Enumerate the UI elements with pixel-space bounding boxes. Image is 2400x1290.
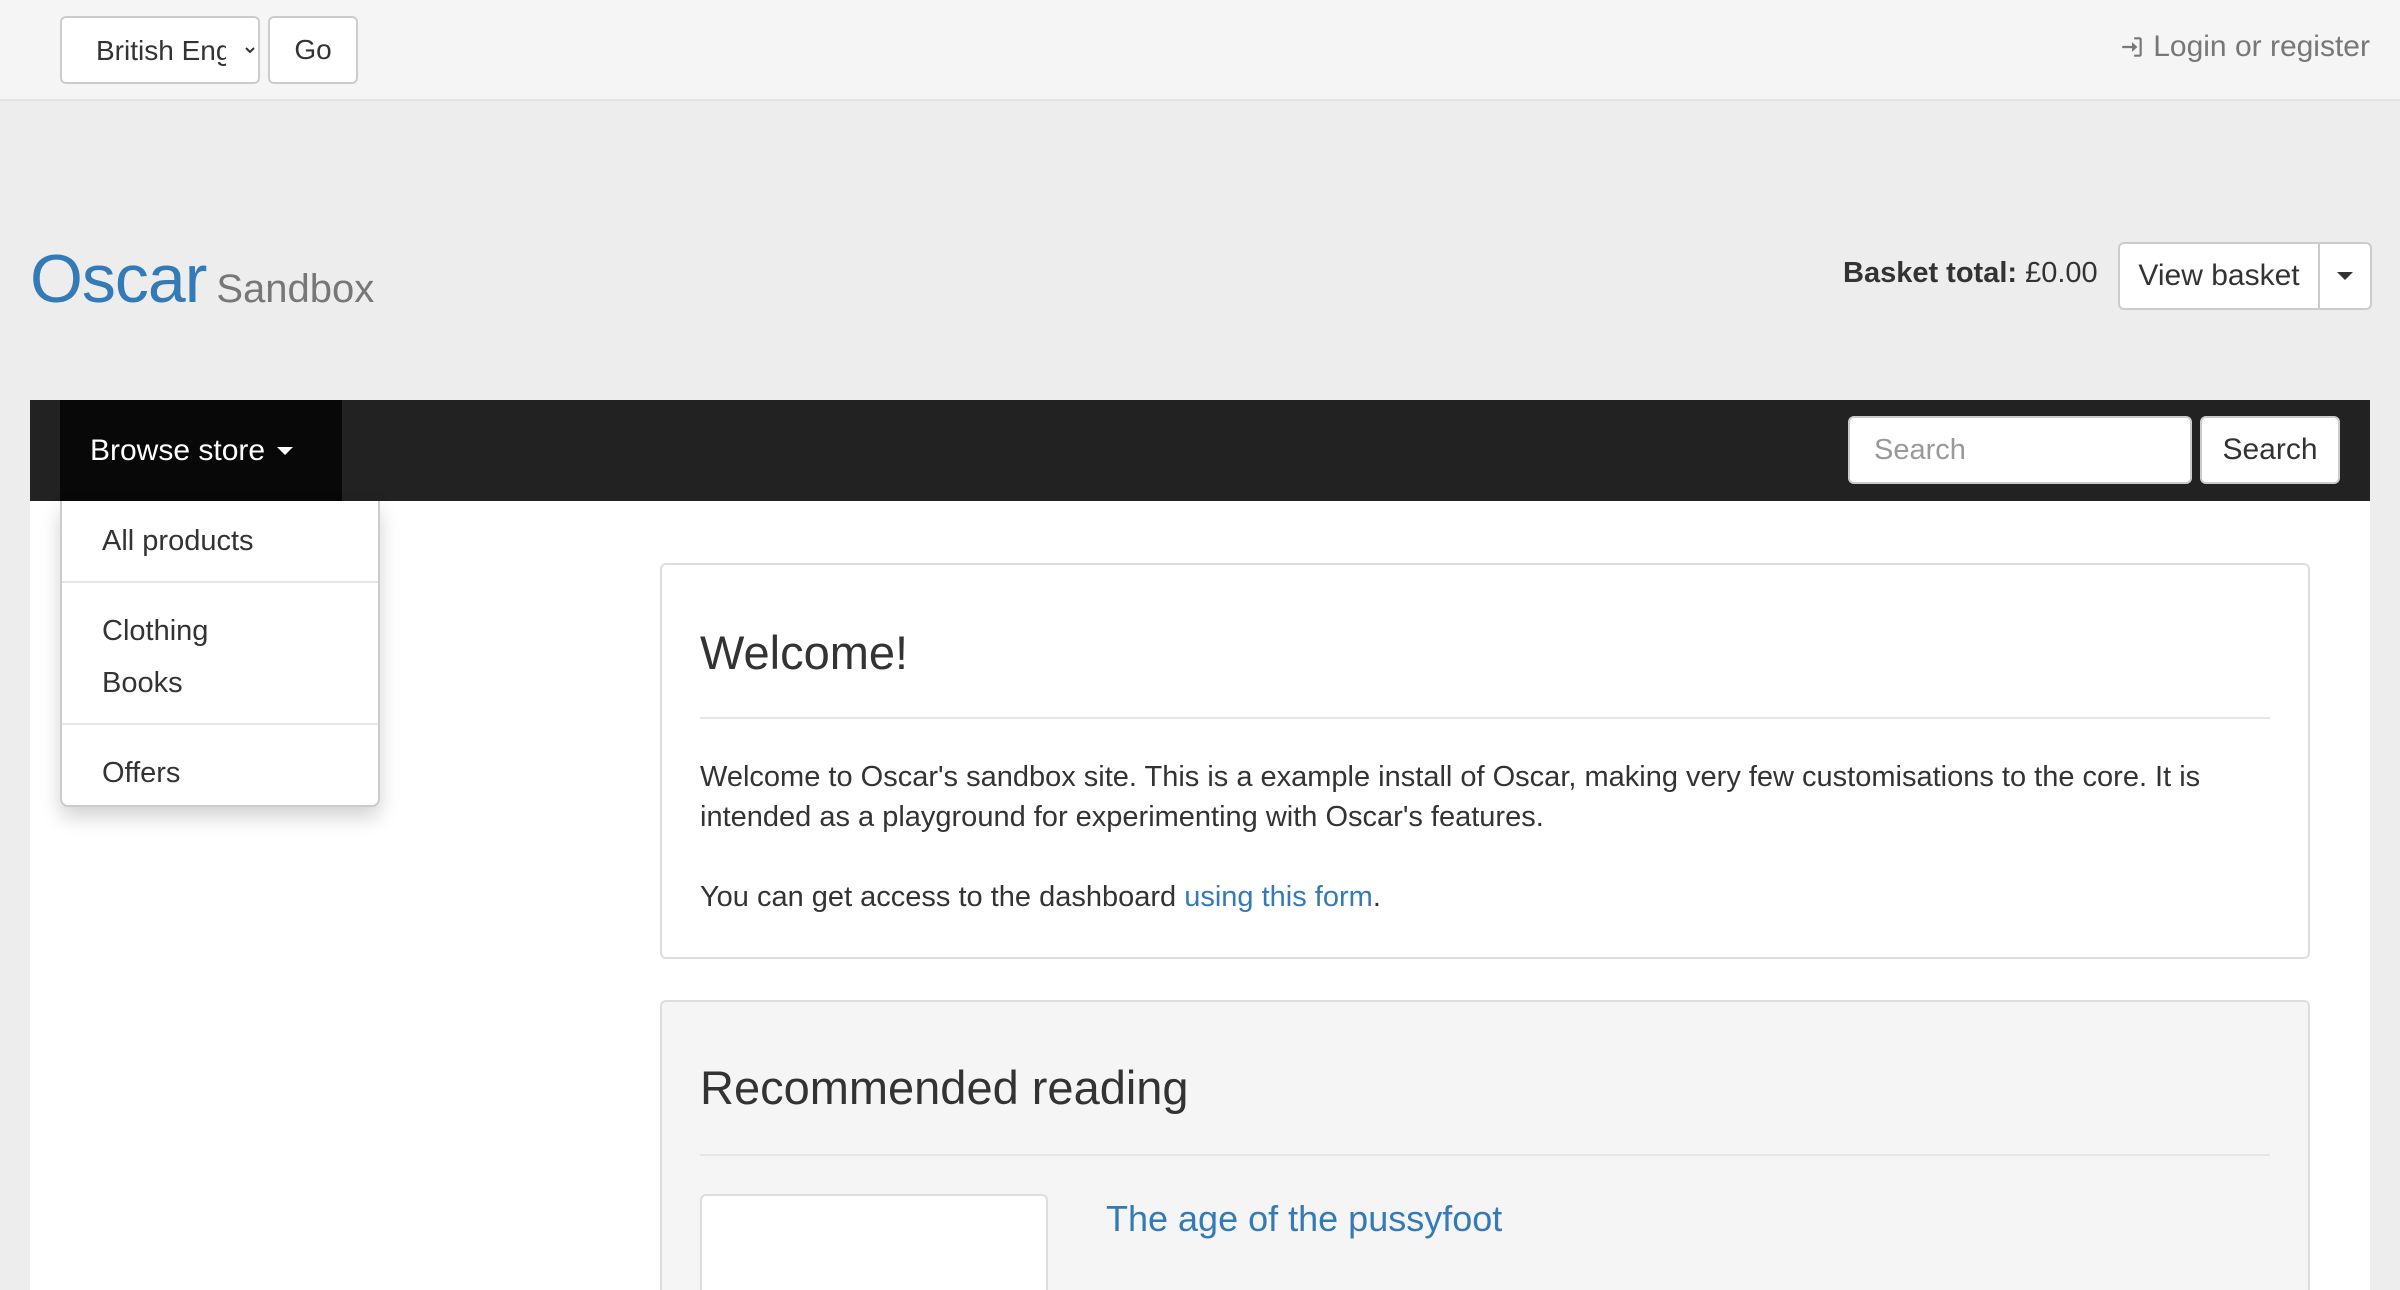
menu-item-clothing[interactable]: Clothing [102,615,208,648]
book-title-link[interactable]: The age of the pussyfoot [1106,1198,1502,1240]
menu-divider [62,723,378,725]
view-basket-button[interactable]: View basket [2118,242,2320,310]
divider [700,717,2270,719]
login-register-link[interactable]: Login or register [2119,30,2370,64]
browse-store-label: Browse store [90,433,266,467]
basket-dropdown-toggle[interactable] [2320,242,2372,310]
menu-divider [62,581,378,583]
brand-name: Oscar [30,241,207,317]
caret-down-icon [2337,272,2353,280]
search-input[interactable] [1848,416,2192,484]
browse-store-menu: All products Clothing Books Offers [60,501,380,807]
menu-item-offers[interactable]: Offers [102,757,180,790]
caret-down-icon [277,446,294,455]
dashboard-access-text: You can get access to the dashboard usin… [700,877,1381,917]
page-content: Welcome! Welcome to Oscar's sandbox site… [30,501,2370,1290]
login-label: Login or register [2153,30,2370,63]
menu-item-books[interactable]: Books [102,667,183,700]
access-end: . [1372,881,1381,913]
basket-total-label: Basket total: [1843,257,2018,289]
go-button[interactable]: Go [268,16,358,84]
language-select[interactable]: British English [60,16,260,84]
divider [700,1154,2270,1156]
welcome-paragraph: Welcome to Oscar's sandbox site. This is… [700,761,2201,833]
browse-store-toggle[interactable]: Browse store [60,400,342,501]
basket-total: Basket total: £0.00 [1843,257,2098,290]
brand-subtitle: Sandbox [216,267,375,311]
welcome-panel: Welcome! Welcome to Oscar's sandbox site… [660,563,2310,959]
recommended-reading-panel: Recommended reading The age of the pussy… [660,1000,2310,1290]
site-brand[interactable]: Oscar Sandbox [30,240,374,318]
recommended-title: Recommended reading [700,1061,1189,1114]
search-button[interactable]: Search [2200,416,2340,484]
sign-in-icon [2122,37,2142,57]
top-utility-bar: British English Go Login or register [0,0,2400,101]
welcome-title: Welcome! [700,626,909,679]
basket-button-group: View basket [2118,242,2372,310]
main-navbar: Browse store Search [30,400,2370,501]
menu-item-all-products[interactable]: All products [102,525,254,558]
basket-total-value: £0.00 [2025,257,2098,289]
access-text: You can get access to the dashboard [700,881,1185,913]
dashboard-form-link[interactable]: using this form [1184,881,1373,913]
book-thumbnail[interactable] [700,1194,1048,1290]
